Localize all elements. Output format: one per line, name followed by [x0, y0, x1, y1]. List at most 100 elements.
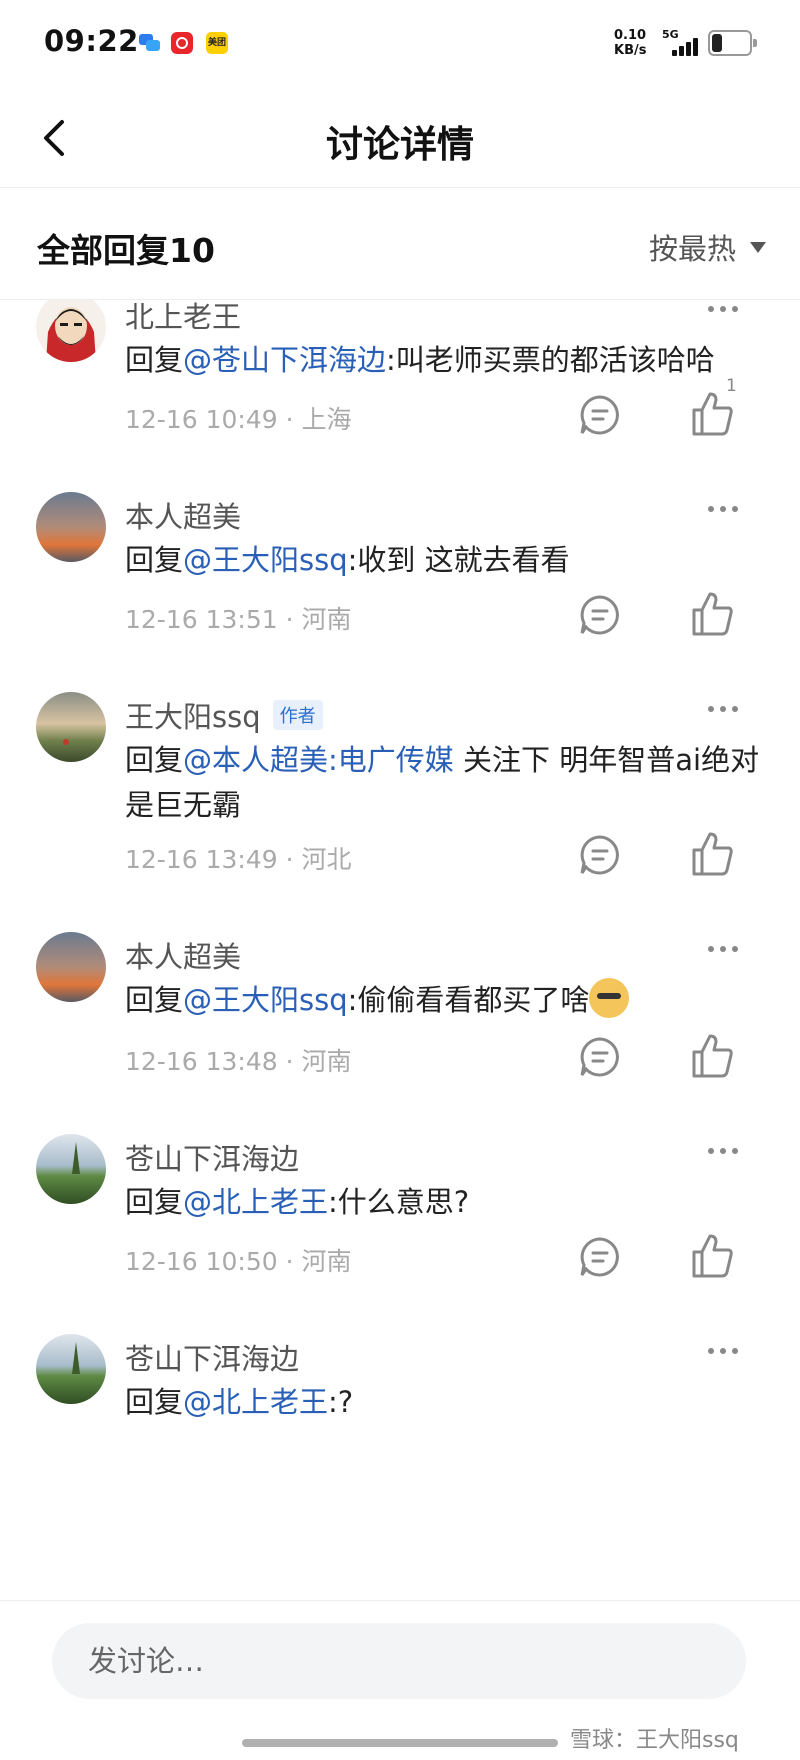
more-options-button[interactable]: [708, 706, 738, 712]
reply-prefix: 回复: [125, 543, 184, 577]
comment-icon[interactable]: [578, 1235, 622, 1279]
comment-item: 王大阳ssq 作者 回复@本人超美:电广传媒 关注下 明年智普ai绝对是巨无霸 …: [0, 678, 800, 918]
comment-text: 回复@王大阳ssq:收到 这就去看看: [125, 538, 775, 583]
battery-level: [712, 34, 722, 52]
signal-bar: [672, 50, 677, 56]
reply-sort-bar: 全部回复10 按最热: [0, 188, 800, 300]
comment-icon[interactable]: [578, 393, 622, 437]
comment-item: 本人超美 回复@王大阳ssq:收到 这就去看看 12-16 13:51 · 河南: [0, 478, 800, 678]
like-icon[interactable]: [688, 590, 736, 638]
network-speed: 0.10 KB/s: [614, 28, 646, 58]
more-options-button[interactable]: [708, 1348, 738, 1354]
status-bar: 09:22 美团 0.10 KB/s 5G: [0, 0, 800, 88]
signal-icon: 5G: [662, 28, 702, 60]
comment-body: :?: [328, 1385, 354, 1419]
username-row: 北上老王: [125, 300, 241, 336]
dot: [708, 506, 714, 512]
dropdown-arrow-icon: [750, 241, 766, 253]
comment-body: :叫老师买票的都活该哈哈: [386, 343, 715, 377]
username[interactable]: 苍山下洱海边: [125, 1136, 299, 1178]
network-speed-unit: KB/s: [614, 43, 647, 58]
avatar[interactable]: [36, 692, 106, 762]
dot: [720, 1348, 726, 1354]
like-icon[interactable]: [688, 1032, 736, 1080]
avatar[interactable]: [36, 1334, 106, 1404]
author-badge: 作者: [272, 700, 323, 730]
page-title: 讨论详情: [326, 123, 474, 166]
comment-text: 回复@北上老王:?: [125, 1380, 775, 1425]
avatar[interactable]: [36, 492, 106, 562]
reply-count-label: 全部回复10: [37, 231, 215, 270]
status-time: 09:22: [44, 24, 139, 58]
mention-link[interactable]: @北上老王: [183, 1185, 328, 1219]
meituan-icon: 美团: [206, 32, 228, 54]
stock-link[interactable]: :电广传媒: [328, 743, 454, 777]
network-type: 5G: [662, 28, 679, 41]
comment-text: 回复@北上老王:什么意思?: [125, 1180, 775, 1225]
comment-item: 本人超美 回复@王大阳ssq:偷偷看看都买了啥 12-16 13:48 · 河南: [0, 918, 800, 1118]
dot: [732, 1148, 738, 1154]
username[interactable]: 北上老王: [125, 300, 241, 336]
like-icon[interactable]: [688, 1232, 736, 1280]
mention-link[interactable]: @王大阳ssq: [183, 543, 348, 577]
mention-link[interactable]: @本人超美: [183, 743, 328, 777]
signal-bar: [679, 46, 684, 56]
username-row: 苍山下洱海边: [125, 1136, 299, 1178]
network-speed-value: 0.10: [614, 28, 647, 43]
comment-item: 苍山下洱海边 回复@北上老王:?: [0, 1320, 800, 1520]
dot: [708, 1148, 714, 1154]
username[interactable]: 本人超美: [125, 494, 241, 536]
signal-bar: [693, 38, 698, 56]
comment-icon[interactable]: [578, 833, 622, 877]
more-options-button[interactable]: [708, 1148, 738, 1154]
username-row: 本人超美: [125, 494, 241, 536]
signal-bar: [686, 42, 691, 56]
dot: [732, 1348, 738, 1354]
username[interactable]: 本人超美: [125, 934, 241, 976]
doge-emoji-icon: [589, 978, 630, 1018]
pinduoduo-icon: [171, 32, 193, 54]
like-count: 1: [726, 376, 737, 396]
avatar[interactable]: [36, 1134, 106, 1204]
comment-icon[interactable]: [578, 593, 622, 637]
username[interactable]: 王大阳ssq: [125, 694, 261, 736]
comment-text: 回复@王大阳ssq:偷偷看看都买了啥: [125, 978, 775, 1023]
time-location: 12-16 13:48 · 河南: [125, 1047, 352, 1076]
comment-item: 苍山下洱海边 回复@北上老王:什么意思? 12-16 10:50 · 河南: [0, 1120, 800, 1320]
mention-link[interactable]: @王大阳ssq: [183, 983, 348, 1017]
username-row: 苍山下洱海边: [125, 1336, 299, 1378]
comment-item: 北上老王 回复@苍山下洱海边:叫老师买票的都活该哈哈 12-16 10:49 ·…: [0, 300, 800, 478]
comment-icon[interactable]: [578, 1035, 622, 1079]
reply-prefix: 回复: [125, 743, 184, 777]
avatar[interactable]: [36, 932, 106, 1002]
dot: [732, 706, 738, 712]
time-location: 12-16 10:50 · 河南: [125, 1247, 352, 1276]
reply-prefix: 回复: [125, 1185, 184, 1219]
dot: [720, 306, 726, 312]
comment-body: :收到 这就去看看: [347, 543, 570, 577]
mention-link[interactable]: @北上老王: [183, 1385, 328, 1419]
dot: [720, 1148, 726, 1154]
comment-body: :什么意思?: [328, 1185, 470, 1219]
more-options-button[interactable]: [708, 506, 738, 512]
dot: [732, 946, 738, 952]
time-location: 12-16 13:49 · 河北: [125, 845, 352, 874]
time-location: 12-16 10:49 · 上海: [125, 405, 352, 434]
more-options-button[interactable]: [708, 306, 738, 312]
battery-icon: [708, 30, 757, 56]
mention-link[interactable]: @苍山下洱海边: [183, 343, 386, 377]
home-indicator[interactable]: [242, 1739, 558, 1747]
comment-text: 回复@本人超美:电广传媒 关注下 明年智普ai绝对是巨无霸: [125, 738, 775, 828]
more-options-button[interactable]: [708, 946, 738, 952]
comment-list: 北上老王 回复 @苍山下洱海边:叫老师买票的都活该哈哈 12-16 10:49 ·…: [0, 300, 800, 1600]
sort-dropdown[interactable]: 按最热: [649, 226, 766, 268]
dot: [720, 706, 726, 712]
discuss-input[interactable]: 发讨论…: [52, 1623, 746, 1699]
dot: [708, 946, 714, 952]
like-icon[interactable]: [688, 390, 736, 438]
username[interactable]: 苍山下洱海边: [125, 1336, 299, 1378]
avatar[interactable]: [36, 300, 106, 362]
dot: [732, 506, 738, 512]
like-icon[interactable]: [688, 830, 736, 878]
username-row: 本人超美: [125, 934, 241, 976]
